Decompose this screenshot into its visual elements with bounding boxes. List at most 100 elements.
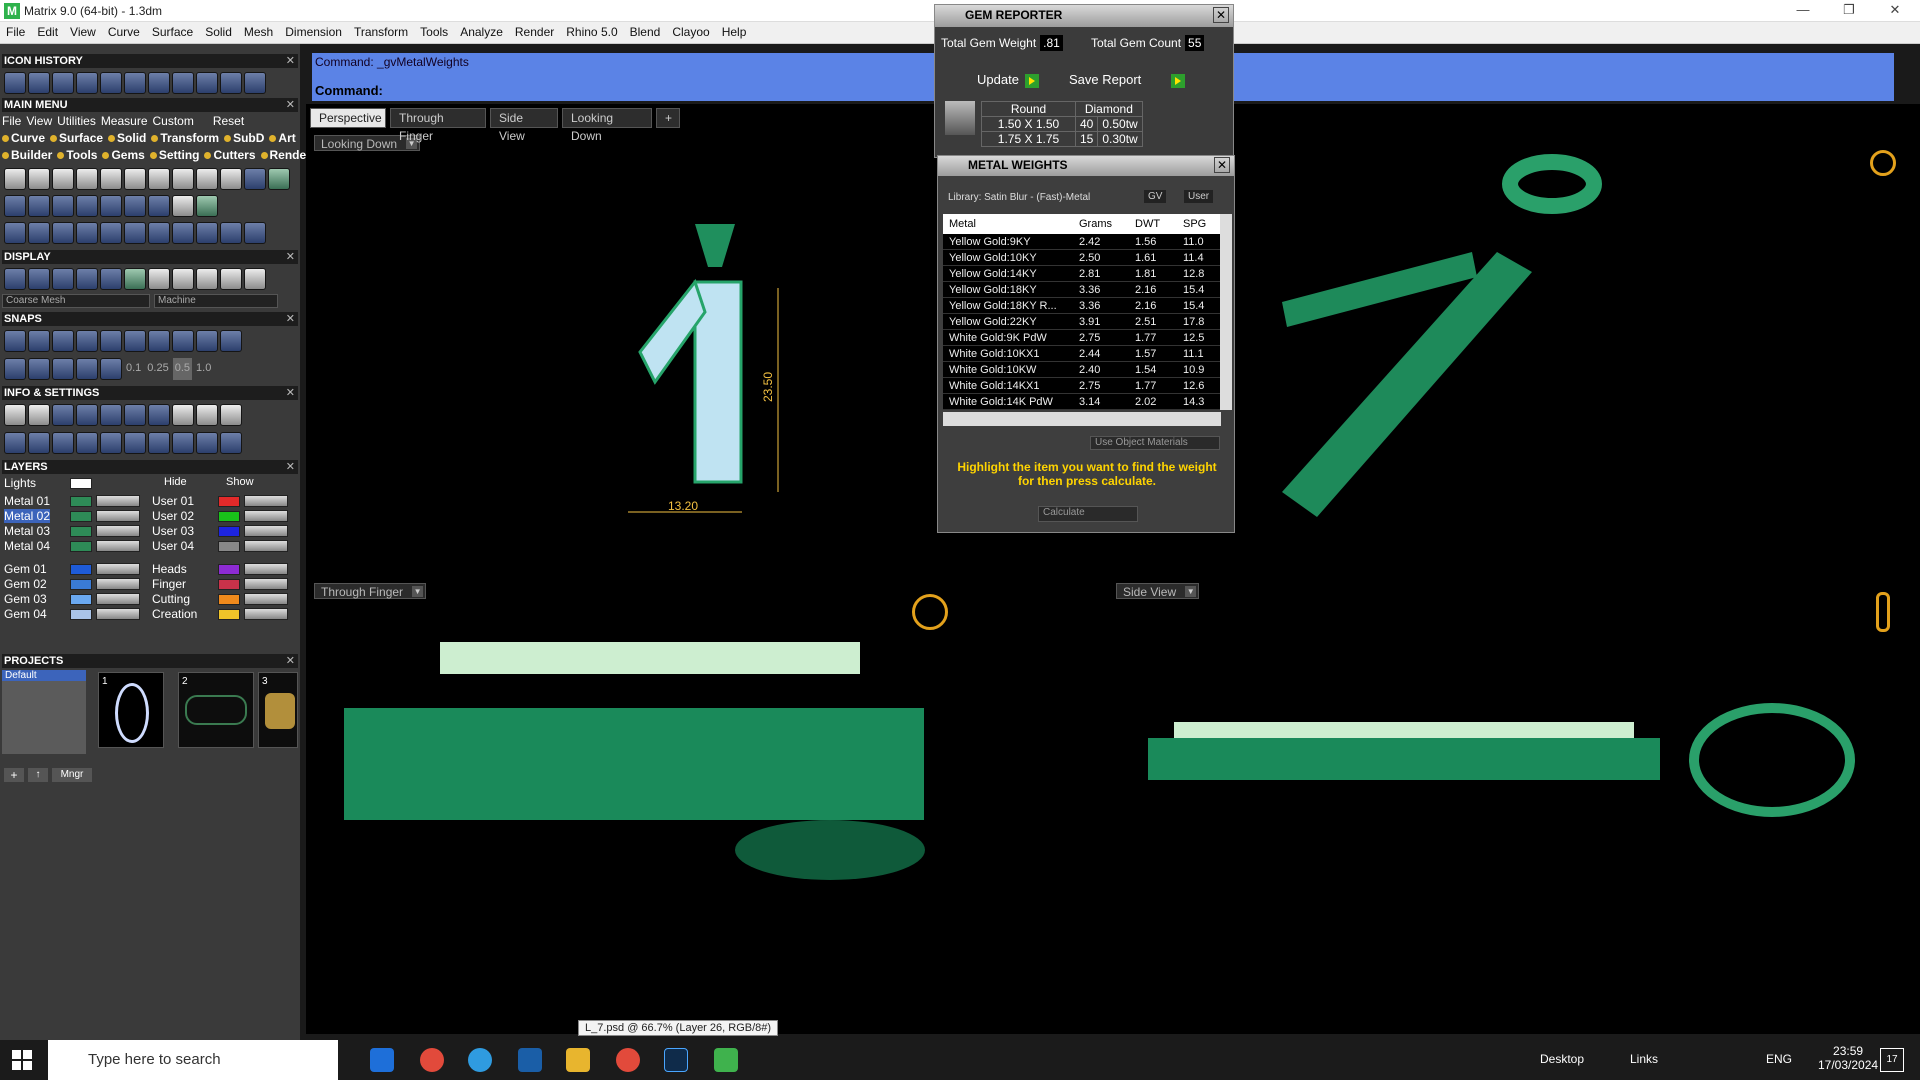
layer-row[interactable]: Gem 01 <box>4 562 144 577</box>
mm-gems[interactable]: Gems <box>111 148 144 162</box>
mesh-select[interactable]: Coarse Mesh <box>2 294 150 308</box>
mm-setting[interactable]: Setting <box>159 148 200 162</box>
table-row[interactable]: Yellow Gold:18KY R... 3.36 2.16 15.4 <box>943 298 1221 314</box>
tool-icon[interactable] <box>100 168 122 190</box>
snap-value-1-0[interactable]: 1.0 <box>194 358 213 380</box>
mm-reset[interactable]: Reset <box>213 114 244 128</box>
tool-icon[interactable] <box>4 195 26 217</box>
project-thumb-2[interactable]: 2 <box>178 672 254 748</box>
table-row[interactable]: 1.75 X 1.75 15 0.30tw <box>981 131 1143 147</box>
search-box[interactable]: Type here to search <box>48 1040 338 1080</box>
tool-icon[interactable] <box>28 72 50 94</box>
layer-row[interactable]: Gem 04 <box>4 607 144 622</box>
maximize-icon[interactable]: ❐ <box>1826 2 1872 20</box>
tool-icon[interactable] <box>52 72 74 94</box>
snap-icon[interactable] <box>76 358 98 380</box>
tool-icon[interactable] <box>100 195 122 217</box>
snap-icon[interactable] <box>4 330 26 352</box>
matrix-icon[interactable] <box>714 1048 738 1072</box>
store-icon[interactable] <box>518 1048 542 1072</box>
mm-measure[interactable]: Measure <box>101 114 148 128</box>
mm-curve[interactable]: Curve <box>11 131 45 145</box>
tool-icon[interactable] <box>172 432 194 454</box>
viewport-bottom-right[interactable]: Side View ▼ <box>1112 580 1920 1030</box>
snap-icon[interactable] <box>172 330 194 352</box>
project-thumb-1[interactable]: 1 <box>98 672 164 748</box>
arrow-right-icon[interactable] <box>244 72 266 94</box>
layer-controls[interactable] <box>96 495 140 507</box>
tool-icon[interactable] <box>52 168 74 190</box>
table-row[interactable]: White Gold:10KX1 2.44 1.57 11.1 <box>943 346 1221 362</box>
tab-through-finger[interactable]: Through Finger <box>390 108 486 143</box>
sphere-icon[interactable] <box>76 268 98 290</box>
menu-rhino5[interactable]: Rhino 5.0 <box>560 22 623 42</box>
layer-controls[interactable] <box>96 593 140 605</box>
tool-icon[interactable] <box>76 195 98 217</box>
mm-cutters[interactable]: Cutters <box>213 148 255 162</box>
layer-row[interactable]: Gem 03 <box>4 592 144 607</box>
wireframe-icon[interactable] <box>4 268 26 290</box>
table-row[interactable]: Yellow Gold:10KY 2.50 1.61 11.4 <box>943 250 1221 266</box>
close-icon[interactable]: ✕ <box>286 312 295 326</box>
snap-icon[interactable] <box>100 358 122 380</box>
table-row[interactable]: Yellow Gold:18KY 3.36 2.16 15.4 <box>943 282 1221 298</box>
mm-custom[interactable]: Custom <box>153 114 194 128</box>
tool-icon[interactable] <box>52 195 74 217</box>
snap-icon[interactable] <box>52 330 74 352</box>
tool-icon[interactable] <box>148 72 170 94</box>
close-icon[interactable]: ✕ <box>1213 7 1229 23</box>
tool-icon[interactable] <box>148 222 170 244</box>
mm-builder[interactable]: Builder <box>11 148 52 162</box>
tool-icon[interactable] <box>172 72 194 94</box>
layer-row[interactable]: User 01 <box>152 494 292 509</box>
snap-icon[interactable] <box>76 330 98 352</box>
tool-icon[interactable] <box>220 222 242 244</box>
layer-controls[interactable] <box>244 563 288 575</box>
tool-icon[interactable] <box>4 168 26 190</box>
tab-perspective[interactable]: Perspective <box>310 108 386 128</box>
menu-render[interactable]: Render <box>509 22 560 42</box>
menu-surface[interactable]: Surface <box>146 22 199 42</box>
menu-tools[interactable]: Tools <box>414 22 454 42</box>
mm-file[interactable]: File <box>2 114 21 128</box>
tool-icon[interactable] <box>220 168 242 190</box>
layer-color-swatch[interactable] <box>218 511 240 522</box>
tool-icon[interactable] <box>100 404 122 426</box>
table-row[interactable]: Yellow Gold:14KY 2.81 1.81 12.8 <box>943 266 1221 282</box>
menu-solid[interactable]: Solid <box>199 22 238 42</box>
snap-icon[interactable] <box>124 330 146 352</box>
grid-icon[interactable] <box>4 358 26 380</box>
tool-icon[interactable] <box>124 72 146 94</box>
app-icon[interactable] <box>370 1048 394 1072</box>
mm-view[interactable]: View <box>26 114 52 128</box>
sphere-icon[interactable] <box>52 268 74 290</box>
sphere-icon[interactable] <box>196 268 218 290</box>
mm-surface[interactable]: Surface <box>59 131 103 145</box>
close-icon[interactable]: ✕ <box>286 460 295 474</box>
chrome-icon[interactable] <box>420 1048 444 1072</box>
layer-row[interactable]: Metal 04 <box>4 539 144 554</box>
settings-icon[interactable] <box>4 404 26 426</box>
ring-view-icon[interactable] <box>912 594 948 630</box>
tool-icon[interactable] <box>148 168 170 190</box>
layer-color-swatch[interactable] <box>70 541 92 552</box>
layer-controls[interactable] <box>96 540 140 552</box>
table-row[interactable]: 1.50 X 1.50 40 0.50tw <box>981 116 1143 132</box>
pendant-view-icon[interactable] <box>1876 592 1890 632</box>
layer-color-swatch[interactable] <box>218 526 240 537</box>
menu-mesh[interactable]: Mesh <box>238 22 279 42</box>
menu-view[interactable]: View <box>64 22 102 42</box>
layer-row[interactable]: Cutting <box>152 592 292 607</box>
gem-reporter-titlebar[interactable]: GEM REPORTER ✕ <box>935 5 1233 27</box>
tool-icon[interactable] <box>28 222 50 244</box>
menu-help[interactable]: Help <box>716 22 753 42</box>
layer-color-swatch[interactable] <box>218 579 240 590</box>
menu-blend[interactable]: Blend <box>624 22 667 42</box>
circle-icon[interactable] <box>244 222 266 244</box>
chrome-icon[interactable] <box>616 1048 640 1072</box>
tool-icon[interactable] <box>124 195 146 217</box>
tool-icon[interactable] <box>76 404 98 426</box>
menu-analyze[interactable]: Analyze <box>454 22 509 42</box>
close-icon[interactable]: ✕ <box>286 98 295 112</box>
layer-lights-controls[interactable] <box>56 477 136 489</box>
